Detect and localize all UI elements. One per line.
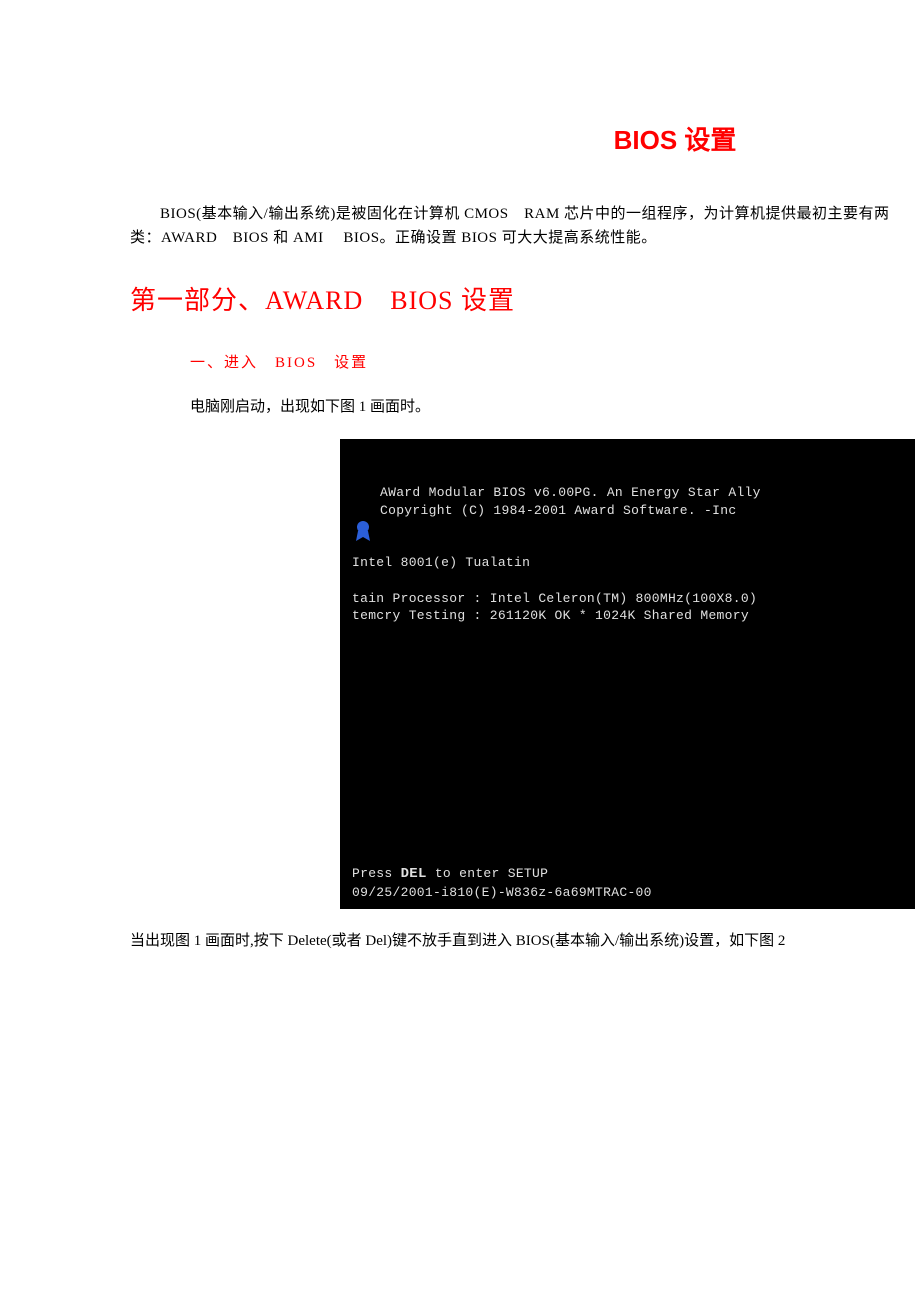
bios-info-lines: Intel 8001(e) Tualatin tain Processor : … <box>352 555 757 623</box>
subsection-1-heading: 一、进入 BIOS 设置 <box>130 351 920 375</box>
section-1-heading: 第一部分、AWARD BIOS 设置 <box>130 280 920 322</box>
paragraph-after-figure: 当出现图 1 画面时,按下 Delete(或者 Del)键不放手直到进入 BIO… <box>130 929 920 953</box>
paragraph-before-figure: 电脑刚启动，出现如下图 1 画面时。 <box>130 395 920 419</box>
doc-title: BIOS 设置 <box>430 120 920 162</box>
award-ribbon-icon <box>352 484 374 508</box>
bios-footer: Press DEL to enter SETUP 09/25/2001-i810… <box>352 865 652 901</box>
energy-star-logo: energy <box>915 479 920 690</box>
bios-boot-screenshot: AWard Modular BIOS v6.00PG. An Energy St… <box>340 439 915 909</box>
intro-paragraph: BIOS(基本输入/输出系统)是被固化在计算机 CMOS RAM 芯片中的一组程… <box>130 202 920 250</box>
bios-header-lines: AWard Modular BIOS v6.00PG. An Energy St… <box>380 484 761 519</box>
